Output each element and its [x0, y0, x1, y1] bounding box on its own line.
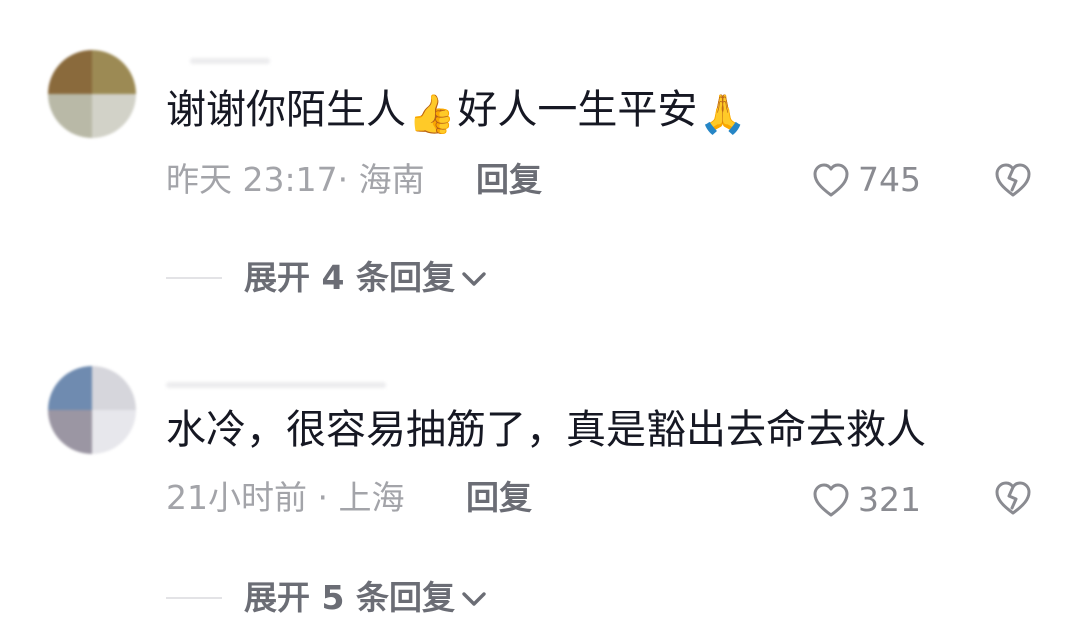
expand-replies[interactable]: 展开 4 条回复	[166, 256, 489, 300]
comment-item: 水冷，很容易抽筋了，真是豁出去命去救人 21小时前 · 上海 回复 321 展开…	[0, 330, 1080, 638]
chevron-down-icon	[462, 592, 486, 606]
comment-meta: 21小时前 · 上海	[166, 478, 405, 517]
username-blurred	[190, 58, 270, 64]
dislike-button[interactable]	[994, 162, 1032, 202]
heart-outline-icon	[813, 163, 849, 197]
thumbs-up-icon: 👍	[408, 92, 456, 136]
comment-meta: 昨天 23:17· 海南	[166, 160, 425, 199]
like-count: 321	[858, 480, 921, 519]
expand-replies-label: 展开 4 条回复	[244, 258, 455, 297]
comment-text: 水冷，很容易抽筋了，真是豁出去命去救人	[166, 407, 926, 453]
broken-heart-icon	[995, 163, 1031, 197]
comment-text: 谢谢你陌生人👍好人一生平安🙏	[166, 84, 749, 140]
heart-outline-icon	[813, 483, 849, 517]
divider	[166, 277, 222, 279]
chevron-down-icon	[462, 272, 486, 286]
folded-hands-icon: 🙏	[699, 92, 747, 136]
reply-button[interactable]: 回复	[476, 158, 542, 202]
username-blurred	[166, 382, 386, 388]
expand-replies-label: 展开 5 条回复	[244, 578, 455, 617]
like-button[interactable]: 321	[812, 478, 921, 522]
dislike-button[interactable]	[994, 480, 1032, 520]
comment-item: 谢谢你陌生人👍好人一生平安🙏 昨天 23:17· 海南 回复 745 展开 4 …	[0, 0, 1080, 330]
broken-heart-icon	[995, 481, 1031, 515]
like-button[interactable]: 745	[812, 158, 921, 202]
avatar[interactable]	[48, 366, 136, 454]
expand-replies[interactable]: 展开 5 条回复	[166, 576, 489, 620]
divider	[166, 597, 222, 599]
avatar[interactable]	[48, 50, 136, 138]
reply-button[interactable]: 回复	[466, 476, 532, 520]
like-count: 745	[858, 160, 921, 199]
